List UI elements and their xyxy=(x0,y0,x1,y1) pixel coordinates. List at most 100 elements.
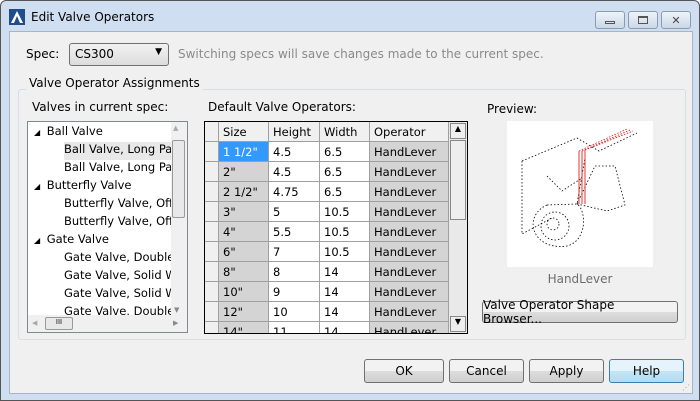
grid-cell[interactable]: HandLever xyxy=(370,162,449,182)
grid-cell[interactable]: 10.5 xyxy=(320,222,370,242)
scroll-right-icon[interactable]: ▶ xyxy=(173,319,178,327)
minimize-button[interactable] xyxy=(595,11,625,29)
close-button[interactable]: ✕ xyxy=(661,11,691,29)
grid-cell[interactable]: 6.5 xyxy=(320,162,370,182)
grid-cell[interactable]: 14 xyxy=(320,302,370,322)
grid-cell[interactable]: HandLever xyxy=(370,182,449,202)
grid-cell[interactable]: 9 xyxy=(269,282,320,302)
preview-caption: HandLever xyxy=(547,272,613,286)
grid-cell[interactable]: 10.5 xyxy=(320,242,370,262)
tree-item[interactable]: Gate Valve, Double xyxy=(64,250,174,268)
grid-cell[interactable]: HandLever xyxy=(370,322,449,333)
scroll-thumb[interactable] xyxy=(172,140,185,218)
grid-cell[interactable]: 8 xyxy=(269,262,320,282)
row-header xyxy=(205,182,219,202)
scroll-up-icon[interactable]: ▲ xyxy=(450,123,466,139)
grid-cell[interactable]: 8" xyxy=(219,262,269,282)
grid-cell[interactable]: 4.5 xyxy=(269,142,320,162)
grid-cell[interactable]: 14 xyxy=(320,262,370,282)
grid-cell[interactable]: 6" xyxy=(219,242,269,262)
expand-arrow-icon[interactable]: ◢ xyxy=(34,128,43,137)
grid-cell[interactable]: HandLever xyxy=(370,142,449,162)
tree-item[interactable]: Gate Valve, Solid W xyxy=(64,286,177,304)
grid-cell[interactable]: HandLever xyxy=(370,302,449,322)
grid-cell[interactable]: 4.5 xyxy=(269,162,320,182)
expand-arrow-icon[interactable]: ◢ xyxy=(34,236,43,245)
apply-button[interactable]: Apply xyxy=(529,359,604,383)
handlever-preview-image xyxy=(507,121,653,267)
autocad-app-icon xyxy=(9,9,25,25)
grid-cell[interactable]: 6.5 xyxy=(320,182,370,202)
tree-item-label: Gate Valve, Solid W xyxy=(64,268,177,282)
column-header[interactable]: Operator xyxy=(370,122,449,142)
grid-cell[interactable]: HandLever xyxy=(370,262,449,282)
cancel-button[interactable]: Cancel xyxy=(449,359,524,383)
tree-horizontal-scrollbar[interactable]: ◀ III ▶ xyxy=(28,315,187,332)
grid-cell[interactable]: HandLever xyxy=(370,222,449,242)
grid-cell[interactable]: HandLever xyxy=(370,242,449,262)
grid-cell[interactable]: 6.5 xyxy=(320,142,370,162)
row-header xyxy=(205,282,219,302)
tree-item[interactable]: Ball Valve, Long Pat xyxy=(64,160,177,178)
grid-cell[interactable]: 5 xyxy=(269,202,320,222)
tree-item-label: Ball Valve, Long Pat xyxy=(64,142,177,156)
hscroll-thumb[interactable]: III xyxy=(45,317,73,330)
maximize-button[interactable] xyxy=(628,11,658,29)
tree-item[interactable]: Butterfly Valve, Offs xyxy=(64,196,179,214)
tree-item[interactable]: ◢ Ball Valve xyxy=(34,124,103,142)
grid-cell[interactable]: 10" xyxy=(219,282,269,302)
scroll-thumb[interactable] xyxy=(450,140,466,220)
grid-cell[interactable]: 11 xyxy=(269,322,320,333)
preview-label: Preview: xyxy=(487,102,538,116)
column-header[interactable]: Height xyxy=(269,122,320,142)
grid-cell[interactable]: HandLever xyxy=(370,282,449,302)
grid-cell[interactable]: 10.5 xyxy=(320,202,370,222)
tree-item[interactable]: ◢ Butterfly Valve xyxy=(34,178,132,196)
scroll-up-icon[interactable]: ▲ xyxy=(173,124,178,132)
grid-cell[interactable]: 4" xyxy=(219,222,269,242)
grid-cell[interactable]: 14 xyxy=(320,322,370,333)
ok-button[interactable]: OK xyxy=(364,359,444,383)
tree-item[interactable]: Gate Valve, Solid W xyxy=(64,268,177,286)
operators-grid[interactable]: HandLever 14 11 14" HandLever 14 10 12" HandLeve… xyxy=(204,121,468,334)
tree-vertical-scrollbar[interactable]: ▲ ▼ xyxy=(171,122,187,316)
grid-cell[interactable]: 12" xyxy=(219,302,269,322)
grid-cell[interactable]: 1 1/2" xyxy=(219,142,269,162)
spec-dropdown[interactable]: CS300 ▼ xyxy=(69,43,169,66)
title-bar[interactable]: Edit Valve Operators ✕ xyxy=(1,1,699,31)
grid-cell[interactable]: 2 1/2" xyxy=(219,182,269,202)
grid-cell[interactable]: 14 xyxy=(320,282,370,302)
minimize-icon xyxy=(605,21,615,24)
tree-item[interactable]: Ball Valve, Long Pat xyxy=(64,142,177,160)
row-header xyxy=(205,322,219,333)
grid-cell[interactable]: 10 xyxy=(269,302,320,322)
grid-cell[interactable]: 2" xyxy=(219,162,269,182)
grid-cell[interactable]: 3" xyxy=(219,202,269,222)
valve-operator-shape-browser-button[interactable]: Valve Operator Shape Browser... xyxy=(482,298,678,326)
help-button[interactable]: Help xyxy=(609,359,684,383)
grid-cell[interactable]: 14" xyxy=(219,322,269,333)
column-header[interactable]: Size xyxy=(219,122,269,142)
scroll-left-icon[interactable]: ◀ xyxy=(32,319,37,327)
tree-item[interactable]: ◢ Gate Valve xyxy=(34,232,109,250)
grid-cell[interactable]: 5.5 xyxy=(269,222,320,242)
grid-cell[interactable]: HandLever xyxy=(370,202,449,222)
grid-cell[interactable]: 4.75 xyxy=(269,182,320,202)
grid-cell[interactable]: 7 xyxy=(269,242,320,262)
scroll-down-icon[interactable]: ▼ xyxy=(450,316,466,332)
tree-item-label: Butterfly Valve, Offs xyxy=(64,196,180,210)
row-header xyxy=(205,222,219,242)
grid-vertical-scrollbar[interactable]: ▲ ▼ xyxy=(449,122,467,333)
maximize-icon xyxy=(638,16,648,24)
dialog-body: Spec: CS300 ▼ Switching specs will save … xyxy=(9,31,693,394)
resize-grip-icon[interactable]: ⋰ xyxy=(682,383,690,392)
column-header[interactable]: Width xyxy=(320,122,370,142)
dialog-window: Edit Valve Operators ✕ Spec: CS300 ▼ Swi… xyxy=(0,0,700,401)
valves-tree[interactable]: Gate Valve, Solid W Gate Valve, Double Gat… xyxy=(27,121,188,333)
tree-item-label: Butterfly Valve xyxy=(46,178,132,192)
scroll-down-icon[interactable]: ▼ xyxy=(174,306,179,314)
expand-arrow-icon[interactable]: ◢ xyxy=(34,182,43,191)
row-header xyxy=(205,202,219,222)
spec-label: Spec: xyxy=(26,47,60,61)
tree-item[interactable]: Butterfly Valve, Offs xyxy=(64,214,179,232)
